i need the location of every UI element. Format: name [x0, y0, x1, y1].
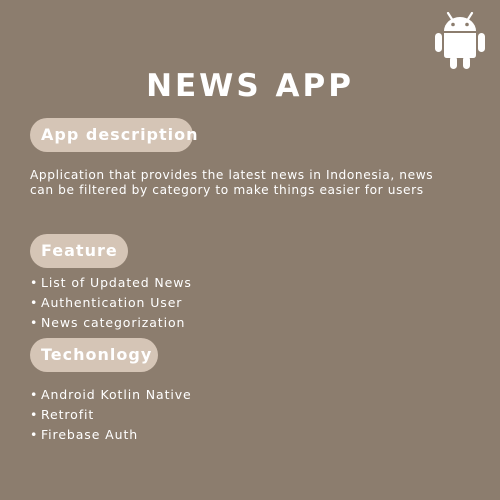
list-item: • List of Updated News	[30, 273, 192, 293]
feature-list: • List of Updated News • Authentication Us…	[30, 273, 192, 333]
list-item: • Authentication User	[30, 293, 192, 313]
technology-item-label: Retrofit	[41, 407, 95, 422]
list-item: • Retrofit	[30, 405, 192, 425]
page-title: NEWS APP	[146, 68, 354, 104]
list-item: • Firebase Auth	[30, 425, 192, 445]
technology-list: • Android Kotlin Native • Retrofit • Fireba…	[30, 385, 192, 445]
app-description: Application that provides the latest new…	[30, 168, 480, 198]
description-line: Application that provides the latest new…	[30, 168, 434, 182]
description-line: can be filtered by category to make thin…	[30, 183, 424, 197]
bullet-icon: •	[30, 295, 39, 310]
description-heading: App description	[30, 118, 198, 152]
feature-item-label: News categorization	[41, 315, 186, 330]
feature-item-label: List of Updated News	[41, 275, 192, 290]
bullet-icon: •	[30, 427, 39, 442]
list-item: • News categorization	[30, 313, 192, 333]
technology-item-label: Android Kotlin Native	[41, 387, 192, 402]
feature-heading: Feature	[30, 234, 128, 268]
technology-item-label: Firebase Auth	[41, 427, 139, 442]
bullet-icon: •	[30, 315, 39, 330]
list-item: • Android Kotlin Native	[30, 385, 192, 405]
bullet-icon: •	[30, 387, 39, 402]
bullet-icon: •	[30, 407, 39, 422]
technology-heading: Techonlogy	[30, 338, 158, 372]
android-icon	[435, 12, 485, 69]
bullet-icon: •	[30, 275, 39, 290]
feature-item-label: Authentication User	[41, 295, 183, 310]
